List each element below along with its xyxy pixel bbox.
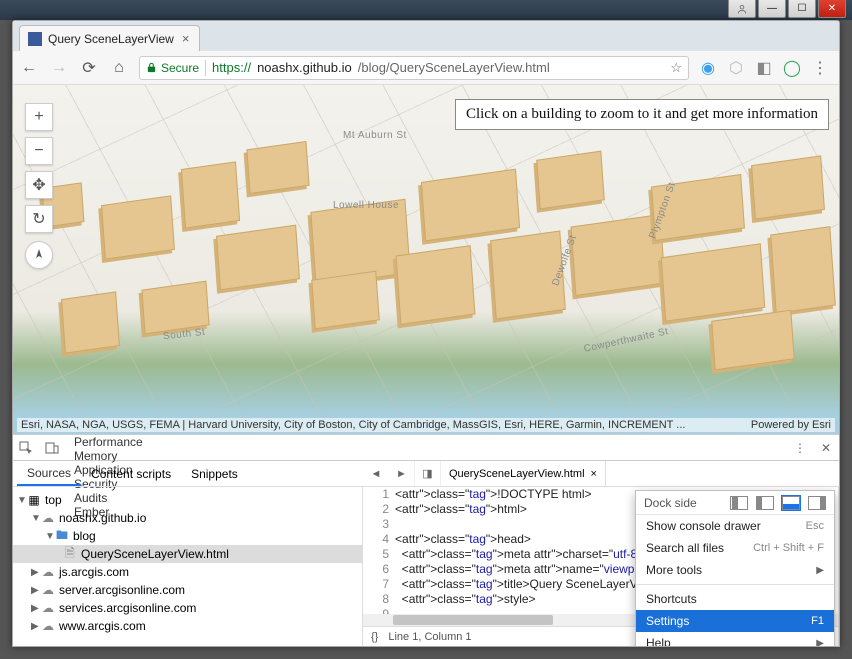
- maximize-button[interactable]: ☐: [788, 0, 816, 18]
- devtools-dropdown-menu: Dock side Show console drawerEsc Search …: [635, 490, 835, 647]
- map-instruction: Click on a building to zoom to it and ge…: [455, 99, 829, 130]
- url-path: /blog/QuerySceneLayerView.html: [358, 60, 550, 75]
- menu-shortcuts[interactable]: Shortcuts: [636, 588, 834, 610]
- bookmark-button[interactable]: ☆: [670, 60, 682, 76]
- back-button[interactable]: ←: [19, 58, 39, 78]
- attribution: Esri, NASA, NGA, USGS, FEMA | Harvard Un…: [17, 418, 835, 432]
- address-bar[interactable]: Secure https:// noashx.github.io/blog/Que…: [139, 56, 689, 80]
- extension-icon-1[interactable]: ◉: [699, 59, 717, 77]
- sources-subtab-content-scripts[interactable]: Content scripts: [81, 461, 181, 486]
- editor-tab-close[interactable]: ×: [591, 468, 597, 480]
- menu-help[interactable]: Help▶: [636, 632, 834, 647]
- zoom-out-button[interactable]: −: [25, 137, 53, 165]
- tree-top[interactable]: ▼▦top: [13, 491, 362, 509]
- extension-icon-3[interactable]: ◧: [755, 59, 773, 77]
- inspect-element-button[interactable]: [13, 435, 39, 460]
- menu-search-all[interactable]: Search all filesCtrl + Shift + F: [636, 537, 834, 559]
- show-navigator-button[interactable]: ◨: [415, 461, 441, 486]
- tree-host-www[interactable]: ▶☁www.arcgis.com: [13, 617, 362, 635]
- street-label: Lowell House: [333, 200, 399, 211]
- tree-folder-blog[interactable]: ▼🖿blog: [13, 527, 362, 545]
- pretty-print-button[interactable]: {}: [371, 631, 378, 643]
- devtools-tabs: ElementsConsoleSourcesNetworkPerformance…: [13, 435, 839, 461]
- file-tree[interactable]: ▼▦top ▼☁noashx.github.io ▼🖿blog 🗎QuerySc…: [13, 487, 363, 646]
- favicon-icon: [28, 32, 42, 46]
- menu-settings[interactable]: SettingsF1: [636, 610, 834, 632]
- map-toolbar: + − ✥ ↻: [25, 103, 53, 269]
- nav-fwd-button[interactable]: ►: [389, 461, 415, 486]
- devtools-tab-performance[interactable]: Performance: [65, 435, 152, 449]
- menu-show-console[interactable]: Show console drawerEsc: [636, 515, 834, 537]
- tree-host-js[interactable]: ▶☁js.arcgis.com: [13, 563, 362, 581]
- tab-strip: Query SceneLayerView ×: [13, 21, 839, 51]
- attribution-right: Powered by Esri: [751, 419, 831, 431]
- extension-icon-2[interactable]: ⬡: [727, 59, 745, 77]
- lock-icon: [146, 62, 157, 73]
- minimize-button[interactable]: —: [758, 0, 786, 18]
- tab-close-button[interactable]: ×: [180, 31, 192, 46]
- devtools-close-button[interactable]: ✕: [813, 435, 839, 460]
- device-toolbar-button[interactable]: [39, 435, 65, 460]
- scene-view[interactable]: Mt Auburn St South St Lowell House Dewol…: [13, 85, 839, 434]
- browser-menu-button[interactable]: ⋮: [811, 59, 829, 77]
- secure-badge[interactable]: Secure: [146, 61, 199, 75]
- tree-file-selected[interactable]: 🗎QuerySceneLayerView.html: [13, 545, 362, 563]
- compass-icon: [32, 248, 46, 262]
- nav-back-button[interactable]: ◄: [363, 461, 389, 486]
- menu-more-tools[interactable]: More tools▶: [636, 559, 834, 581]
- dock-bottom[interactable]: [782, 496, 800, 510]
- street-label: Mt Auburn St: [343, 130, 407, 141]
- dock-side-row: Dock side: [636, 491, 834, 515]
- editor-file-tab[interactable]: QuerySceneLayerView.html×: [441, 461, 606, 486]
- user-menu-button[interactable]: [728, 0, 756, 18]
- tab-title: Query SceneLayerView: [48, 32, 174, 46]
- browser-tab[interactable]: Query SceneLayerView ×: [19, 25, 200, 51]
- tree-host-server[interactable]: ▶☁server.arcgisonline.com: [13, 581, 362, 599]
- url-scheme: https://: [212, 60, 251, 75]
- tree-host[interactable]: ▼☁noashx.github.io: [13, 509, 362, 527]
- zoom-in-button[interactable]: +: [25, 103, 53, 131]
- dock-right[interactable]: [808, 496, 826, 510]
- sources-subtab-sources[interactable]: Sources: [17, 461, 81, 486]
- sources-subtab-snippets[interactable]: Snippets: [181, 461, 248, 486]
- toolbar: ← → ⟳ ⌂ Secure https:// noashx.github.io /…: [13, 51, 839, 85]
- extension-icons: ◉ ⬡ ◧ ◯ ⋮: [699, 59, 833, 77]
- street-label: Cowperthwaite St: [583, 326, 670, 355]
- rotate-button[interactable]: ↻: [25, 205, 53, 233]
- tree-host-services[interactable]: ▶☁services.arcgisonline.com: [13, 599, 362, 617]
- scroll-thumb[interactable]: [393, 615, 553, 625]
- window-close-button[interactable]: ✕: [818, 0, 846, 18]
- forward-button[interactable]: →: [49, 58, 69, 78]
- home-button[interactable]: ⌂: [109, 58, 129, 78]
- browser-window: Query SceneLayerView × ← → ⟳ ⌂ Secure ht…: [12, 20, 840, 647]
- compass-button[interactable]: [25, 241, 53, 269]
- pan-button[interactable]: ✥: [25, 171, 53, 199]
- cursor-position: Line 1, Column 1: [388, 631, 471, 643]
- devtools-menu-button[interactable]: ⋮: [787, 435, 813, 460]
- dock-left[interactable]: [756, 496, 774, 510]
- attribution-left: Esri, NASA, NGA, USGS, FEMA | Harvard Un…: [21, 419, 685, 431]
- url-host: noashx.github.io: [257, 60, 352, 75]
- dock-undock[interactable]: [730, 496, 748, 510]
- reload-button[interactable]: ⟳: [79, 58, 99, 78]
- extension-icon-4[interactable]: ◯: [783, 59, 801, 77]
